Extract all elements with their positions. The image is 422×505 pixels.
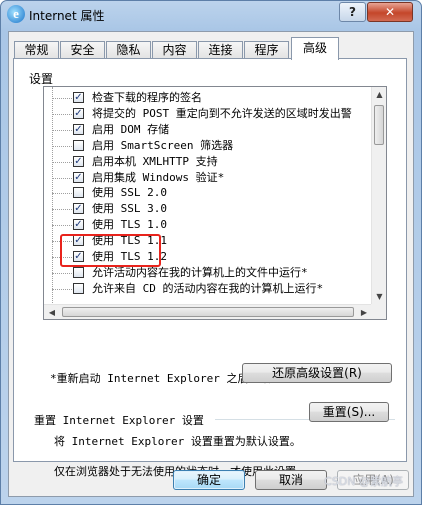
setting-checkbox[interactable]: ✓	[73, 171, 84, 183]
setting-row[interactable]: ✓ 将提交的 POST 重定向到不允许发送的区域时发出警	[44, 106, 366, 122]
ok-button[interactable]: 确定	[173, 470, 245, 490]
title-bar[interactable]: e Internet 属性 ? ✕	[1, 1, 421, 31]
settings-group-label: 设置	[29, 72, 54, 86]
settings-list[interactable]: ✓ 检查下载的程序的签名 ✓ 将提交的 POST 重定向到不允许发送的区域时发出警 ✓ 启…	[43, 86, 387, 320]
tree-connector	[52, 177, 72, 179]
setting-label: 使用 TLS 1.2	[92, 250, 167, 263]
setting-checkbox[interactable]: ✓	[73, 92, 84, 103]
setting-checkbox[interactable]	[73, 139, 84, 151]
setting-row[interactable]: ✓ 检查下载的程序的签名	[44, 90, 366, 106]
tab-privacy[interactable]: 隐私	[106, 41, 151, 59]
setting-checkbox[interactable]: ✓	[73, 251, 84, 262]
watermark: CSDN @紫航亭	[324, 475, 403, 488]
restore-advanced-settings-button[interactable]: 还原高级设置(R)	[242, 363, 392, 383]
setting-checkbox[interactable]: ✓	[73, 219, 84, 231]
setting-row[interactable]: 使用 SSL 2.0	[44, 185, 366, 201]
tab-strip: 常规 安全 隐私 内容 连接 程序 高级	[9, 37, 413, 60]
tab-connections[interactable]: 连接	[198, 41, 243, 59]
tree-connector	[52, 145, 72, 147]
reset-description: 将 Internet Explorer 设置重置为默认设置。	[54, 435, 301, 448]
setting-row[interactable]: ✓ 启用 DOM 存储	[44, 122, 366, 138]
setting-label: 使用 SSL 3.0	[92, 202, 167, 216]
setting-label: 检查下载的程序的签名	[92, 91, 202, 104]
setting-row[interactable]: 允许来自 CD 的活动内容在我的计算机上运行*	[44, 281, 366, 297]
setting-label: 允许来自 CD 的活动内容在我的计算机上运行*	[92, 281, 324, 295]
tree-connector	[52, 225, 72, 227]
setting-label: 允许活动内容在我的计算机上的文件中运行*	[92, 265, 308, 279]
setting-label: 启用本机 XMLHTTP 支持	[92, 154, 218, 168]
setting-checkbox[interactable]: ✓	[73, 123, 84, 135]
setting-row[interactable]: ✓ 启用集成 Windows 验证*	[44, 170, 366, 186]
setting-label: 使用 TLS 1.0	[92, 218, 167, 232]
tab-general[interactable]: 常规	[14, 41, 59, 59]
setting-checkbox[interactable]	[73, 187, 84, 199]
setting-label: 使用 SSL 2.0	[92, 186, 167, 200]
setting-row[interactable]: ✓ 启用本机 XMLHTTP 支持	[44, 154, 366, 170]
setting-row[interactable]: ✓ 使用 TLS 1.1	[44, 233, 366, 249]
setting-checkbox[interactable]: ✓	[73, 203, 84, 215]
dialog-body: 常规 安全 隐私 内容 连接 程序 高级 设置 ✓ 检查下载的程序的签名 ✓ 将提交的…	[8, 31, 414, 497]
setting-row[interactable]: ✓ 使用 SSL 3.0	[44, 201, 366, 217]
tree-connector	[52, 161, 72, 163]
vertical-scroll-thumb[interactable]	[374, 105, 384, 145]
tree-connector	[52, 98, 72, 99]
close-button[interactable]: ✕	[367, 2, 413, 22]
advanced-tab-panel: 设置 ✓ 检查下载的程序的签名 ✓ 将提交的 POST 重定向到不允许发送的区域时发出…	[13, 58, 407, 478]
setting-label: 启用 SmartScreen 筛选器	[92, 138, 234, 152]
setting-row[interactable]: 允许活动内容在我的计算机上的文件中运行*	[44, 265, 366, 281]
tab-security[interactable]: 安全	[60, 41, 105, 59]
cancel-button[interactable]: 取消	[255, 470, 327, 490]
setting-label: 启用 DOM 存储	[92, 122, 170, 136]
window-title: Internet 属性	[29, 9, 105, 23]
setting-row[interactable]: ✓ 使用 TLS 1.0	[44, 217, 366, 233]
tree-connector	[52, 129, 72, 131]
horizontal-scroll-thumb[interactable]	[62, 307, 354, 317]
tree-connector	[52, 288, 72, 290]
setting-row[interactable]: ✓ 使用 TLS 1.2	[44, 249, 366, 265]
dialog-window: e Internet 属性 ? ✕ 常规 安全 隐私 内容 连接 程序 高级 设…	[0, 0, 422, 505]
scroll-down-icon[interactable]: ▼	[372, 289, 386, 305]
vertical-scrollbar[interactable]: ▲ ▼	[371, 87, 386, 305]
horizontal-scrollbar[interactable]: ◀ ▶	[44, 304, 372, 319]
setting-label: 将提交的 POST 重定向到不允许发送的区域时发出警	[92, 106, 352, 120]
setting-checkbox[interactable]: ✓	[73, 107, 84, 119]
scroll-up-icon[interactable]: ▲	[372, 87, 386, 103]
help-button[interactable]: ?	[339, 2, 366, 22]
tree-connector	[52, 113, 72, 115]
setting-label: 启用集成 Windows 验证*	[92, 170, 225, 184]
tree-connector	[52, 209, 72, 211]
internet-explorer-icon: e	[7, 5, 25, 23]
tab-advanced[interactable]: 高级	[291, 37, 339, 60]
setting-checkbox[interactable]	[73, 266, 84, 278]
restart-note: *重新启动 Internet Explorer 之后生效	[50, 372, 271, 385]
tab-content[interactable]: 内容	[152, 41, 197, 59]
setting-row[interactable]: 启用 SmartScreen 筛选器	[44, 138, 366, 154]
setting-checkbox[interactable]: ✓	[73, 155, 84, 167]
tree-connector	[52, 193, 72, 195]
scroll-left-icon[interactable]: ◀	[44, 305, 60, 319]
scroll-right-icon[interactable]: ▶	[356, 305, 372, 319]
tab-programs[interactable]: 程序	[244, 41, 289, 59]
setting-checkbox[interactable]: ✓	[73, 235, 84, 247]
reset-section-title: 重置 Internet Explorer 设置	[34, 414, 204, 427]
tree-connector	[52, 241, 72, 243]
setting-label: 使用 TLS 1.1	[92, 234, 167, 248]
tree-connector	[52, 272, 72, 274]
setting-checkbox[interactable]	[73, 282, 84, 294]
tree-connector	[52, 257, 72, 258]
reset-button[interactable]: 重置(S)...	[309, 402, 389, 422]
scrollbar-corner	[371, 304, 386, 319]
